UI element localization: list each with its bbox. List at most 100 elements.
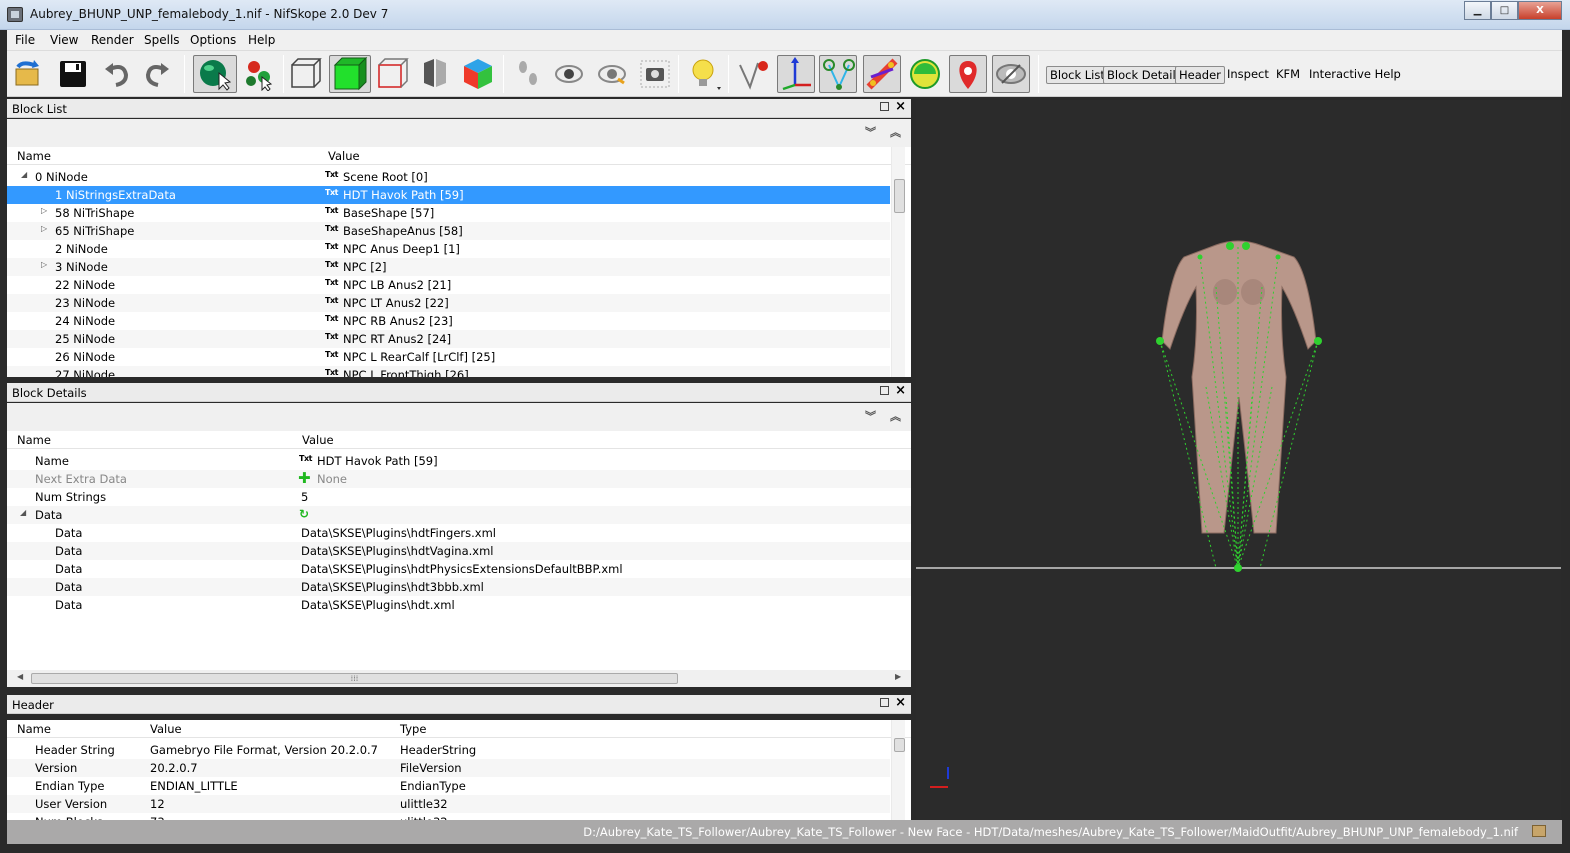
table-row[interactable]: Data Data\SKSE\Plugins\hdtFingers.xml	[7, 524, 911, 542]
load-button[interactable]	[10, 55, 48, 93]
select-vertex-button[interactable]	[240, 55, 278, 93]
menu-spells[interactable]: Spells	[144, 33, 180, 47]
kfm-button[interactable]: KFM	[1273, 66, 1303, 82]
maximize-button[interactable]: □	[1491, 1, 1518, 20]
walk-button[interactable]	[509, 55, 547, 93]
expand-arrow-open-icon[interactable]: ◢	[21, 170, 27, 179]
array-refresh-icon[interactable]: ↻	[299, 507, 309, 521]
minimize-button[interactable]: ▁	[1464, 1, 1491, 20]
scroll-right-icon[interactable]: ▶	[895, 672, 901, 681]
table-row[interactable]: Num Strings 5	[7, 488, 911, 506]
screenshot-button[interactable]	[636, 55, 674, 93]
table-row[interactable]: Header String Gamebryo File Format, Versi…	[7, 741, 890, 759]
table-row[interactable]: Data Data\SKSE\Plugins\hdtPhysicsExtensio…	[7, 560, 911, 578]
lighting-button[interactable]	[685, 55, 723, 93]
expand-arrow-closed-icon[interactable]: ▷	[41, 260, 47, 269]
furniture-button[interactable]	[906, 55, 944, 93]
toggle-block-list-button[interactable]: Block List	[1046, 66, 1109, 84]
table-row[interactable]: Data Data\SKSE\Plugins\hdt3bbb.xml	[7, 578, 911, 596]
table-row[interactable]: Data Data\SKSE\Plugins\hdt.xml	[7, 596, 911, 614]
column-value[interactable]: Value	[150, 722, 182, 736]
add-link-icon[interactable]: ✚	[298, 471, 311, 486]
table-row[interactable]: 26 NiNode Txt NPC L RearCalf [LrClf] [25]	[7, 348, 890, 366]
table-row[interactable]: Version 20.2.0.7 FileVersion	[7, 759, 890, 777]
constraints-button[interactable]	[863, 55, 901, 93]
header-columns: Name Value Type	[7, 720, 911, 738]
expand-all-icon[interactable]: ︾	[865, 124, 876, 140]
table-row[interactable]: ▷ 65 NiTriShape Txt BaseShapeAnus [58]	[7, 222, 890, 240]
solid-button[interactable]	[329, 55, 371, 93]
table-row[interactable]: ◢ 0 NiNode Txt Scene Root [0]	[7, 168, 890, 186]
undo-button[interactable]	[98, 55, 136, 93]
menu-render[interactable]: Render	[91, 33, 134, 47]
header-scrollbar[interactable]	[891, 720, 905, 820]
close-button[interactable]: X	[1518, 1, 1562, 20]
collapse-all-icon[interactable]: ︽	[890, 124, 901, 140]
column-name[interactable]: Name	[17, 433, 51, 447]
menu-view[interactable]: View	[50, 33, 78, 47]
table-row[interactable]: 23 NiNode Txt NPC LT Anus2 [22]	[7, 294, 890, 312]
close-panel-icon[interactable]: ×	[895, 383, 906, 398]
visibility-button[interactable]	[992, 55, 1030, 93]
wireframe-button[interactable]	[286, 55, 324, 93]
menu-options[interactable]: Options	[190, 33, 236, 47]
toggle-header-button[interactable]: Header	[1175, 66, 1225, 84]
expand-all-icon[interactable]: ︾	[865, 408, 876, 424]
interactive-help-button[interactable]: Interactive Help	[1306, 66, 1404, 82]
table-row[interactable]: 2 NiNode Txt NPC Anus Deep1 [1]	[7, 240, 890, 258]
nodes-button[interactable]	[819, 55, 857, 93]
float-panel-icon[interactable]	[880, 386, 889, 395]
table-row[interactable]: 27 NiNode Txt NPC L FrontThigh [26]	[7, 366, 890, 377]
table-row[interactable]: Endian Type ENDIAN_LITTLE EndianType	[7, 777, 890, 795]
save-button[interactable]	[54, 55, 92, 93]
table-row[interactable]: 1 NiStringsExtraData Txt HDT Havok Path [5…	[7, 186, 890, 204]
expand-arrow-closed-icon[interactable]: ▷	[41, 206, 47, 215]
column-value[interactable]: Value	[302, 433, 334, 447]
float-panel-icon[interactable]	[880, 102, 889, 111]
inspect-button[interactable]: Inspect	[1224, 66, 1272, 82]
show-hidden-button[interactable]	[550, 55, 588, 93]
table-row[interactable]: 24 NiNode Txt NPC RB Anus2 [23]	[7, 312, 890, 330]
folder-icon[interactable]	[1532, 825, 1546, 837]
block-list-scrollbar[interactable]	[891, 147, 905, 377]
select-object-button[interactable]	[193, 55, 237, 93]
show-markers-button[interactable]	[593, 55, 631, 93]
axes-button[interactable]	[777, 55, 815, 93]
hidden-lines-button[interactable]	[373, 55, 411, 93]
render-viewport[interactable]	[916, 97, 1561, 820]
collapse-all-icon[interactable]: ︽	[890, 408, 901, 424]
scroll-thumb[interactable]	[894, 179, 905, 213]
column-type[interactable]: Type	[400, 722, 426, 736]
menu-help[interactable]: Help	[248, 33, 275, 47]
close-panel-icon[interactable]: ×	[895, 695, 906, 710]
table-row[interactable]: User Version 12 ulittle32	[7, 795, 890, 813]
table-row[interactable]: ◢ Data ↻	[7, 506, 911, 524]
vertex-colors-button[interactable]	[734, 55, 772, 93]
column-name[interactable]: Name	[17, 722, 51, 736]
column-value[interactable]: Value	[328, 149, 360, 163]
toggle-block-details-button[interactable]: Block Details	[1103, 66, 1186, 84]
textures-button[interactable]	[459, 55, 497, 93]
markers-button[interactable]	[949, 55, 987, 93]
table-row[interactable]: ▷ 58 NiTriShape Txt BaseShape [57]	[7, 204, 890, 222]
expand-arrow-open-icon[interactable]: ◢	[20, 508, 26, 517]
redo-icon	[145, 63, 169, 87]
table-row[interactable]: Data Data\SKSE\Plugins\hdtVagina.xml	[7, 542, 911, 560]
block-details-hscroll[interactable]: ◀ ⁞⁞⁞ ▶	[7, 670, 911, 687]
table-row[interactable]: ▷ 3 NiNode Txt NPC [2]	[7, 258, 890, 276]
scroll-thumb[interactable]	[894, 738, 905, 752]
float-panel-icon[interactable]	[880, 698, 889, 707]
menu-file[interactable]: File	[15, 33, 35, 47]
close-panel-icon[interactable]: ×	[895, 99, 906, 114]
column-name[interactable]: Name	[17, 149, 51, 163]
table-row[interactable]: 22 NiNode Txt NPC LB Anus2 [21]	[7, 276, 890, 294]
expand-arrow-closed-icon[interactable]: ▷	[41, 224, 47, 233]
table-row[interactable]: Next Extra Data ✚ None	[7, 470, 911, 488]
redo-button[interactable]	[138, 55, 176, 93]
shading-button[interactable]	[416, 55, 454, 93]
table-row[interactable]: Name Txt HDT Havok Path [59]	[7, 452, 911, 470]
scroll-left-icon[interactable]: ◀	[17, 672, 23, 681]
hscroll-thumb[interactable]: ⁞⁞⁞	[31, 673, 678, 684]
table-row[interactable]: 25 NiNode Txt NPC RT Anus2 [24]	[7, 330, 890, 348]
table-row[interactable]: Num Blocks73ulittle32	[7, 813, 890, 820]
